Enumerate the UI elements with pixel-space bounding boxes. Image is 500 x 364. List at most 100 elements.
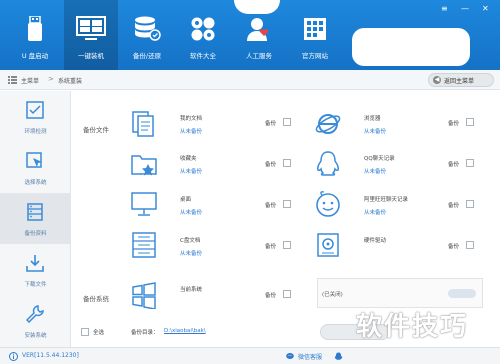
breadcrumb-home[interactable]: 主菜单 <box>21 76 39 85</box>
item-name: 我的文档 <box>180 116 203 122</box>
item-name: 硬件驱动 <box>364 238 387 244</box>
nav-usb-boot[interactable]: U 盘启动 <box>8 0 62 70</box>
item-name: 阿里旺旺聊天记录 <box>364 197 409 203</box>
item-status: 从未备份 <box>180 169 203 175</box>
sidebar-item-label: 下载文件 <box>24 282 47 288</box>
select-all-checkbox[interactable] <box>81 328 89 336</box>
backup-dir-link[interactable]: D:\xiaobai\bak\ <box>164 328 206 334</box>
favorites-folder-icon <box>131 155 157 176</box>
nav-label: 人工服务 <box>246 52 272 60</box>
wechat-service-link[interactable]: 微信客服 <box>298 352 322 361</box>
qq-icon[interactable] <box>334 352 343 361</box>
sidebar-item-backup-data[interactable]: 备份资料 <box>0 193 71 244</box>
nav-label: 官方网站 <box>302 52 328 60</box>
monitor-icon <box>64 16 118 42</box>
item-name: C盘文档 <box>180 238 201 244</box>
nav-label: 备份/还原 <box>132 52 162 60</box>
backup-dir-label: 备份目录： <box>131 330 159 336</box>
sidebar-item-select-system[interactable]: 选择系统 <box>0 142 71 193</box>
watermark: 软件技巧 <box>356 312 469 342</box>
backup-checkbox[interactable] <box>283 241 291 249</box>
backup-checkbox-label: 备份 <box>265 121 277 127</box>
item-name: 收藏夹 <box>180 156 197 162</box>
breadcrumb-current: 系统重装 <box>58 78 83 85</box>
backup-checkbox[interactable] <box>283 290 291 298</box>
top-navigation-bar: U 盘启动 一键装机 备份/还原 软件大全 人工服务 官方网站 ≡ — ✕ <box>0 0 500 70</box>
backup-status-panel: (已关闭) <box>317 278 483 308</box>
backup-checkbox[interactable] <box>283 118 291 126</box>
nav-official-site[interactable]: 官方网站 <box>288 0 342 70</box>
backup-checkbox[interactable] <box>283 159 291 167</box>
usb-drive-icon <box>8 16 62 42</box>
nav-human-service[interactable]: 人工服务 <box>232 0 286 70</box>
wechat-icon <box>286 353 294 359</box>
website-icon <box>288 16 342 42</box>
status-text: (已关闭) <box>322 292 343 298</box>
sidebar-item-install-system[interactable]: 安装系统 <box>0 295 71 346</box>
nav-label: U 盘启动 <box>21 52 49 60</box>
backup-checkbox-label: 备份 <box>448 244 460 250</box>
toggle-switch[interactable] <box>448 289 476 298</box>
status-bar: VER[11.5.44.1230] 微信客服 <box>0 347 500 364</box>
version-info-icon <box>9 352 18 361</box>
back-to-main-menu-button[interactable]: ◀ 返回主菜单 <box>428 73 494 87</box>
sidebar-item-label: 选择系统 <box>24 180 47 186</box>
backup-checkbox-label: 备份 <box>265 293 277 299</box>
apps-grid-icon <box>176 16 230 42</box>
backup-system-label: 备份系统 <box>83 295 109 303</box>
sidebar-item-label: 安装系统 <box>24 333 47 339</box>
item-status: 从未备份 <box>364 210 387 216</box>
sidebar-item-label: 备份资料 <box>24 231 47 237</box>
backup-checkbox[interactable] <box>466 241 474 249</box>
backup-checkbox[interactable] <box>466 159 474 167</box>
backup-checkbox-label: 备份 <box>448 203 460 209</box>
sidebar: 环境检测 选择系统 备份资料 下载文件 安装系统 <box>0 91 71 347</box>
sidebar-item-label: 环境检测 <box>24 129 47 135</box>
aliwangwang-icon <box>316 191 340 217</box>
sidebar-item-environment-check[interactable]: 环境检测 <box>0 91 71 142</box>
item-status: 从未备份 <box>180 251 203 257</box>
browser-icon <box>315 114 341 134</box>
nav-label: 一键装机 <box>78 52 104 60</box>
item-status: 从未备份 <box>364 129 387 135</box>
backup-checkbox[interactable] <box>283 200 291 208</box>
list-menu-icon <box>8 76 17 84</box>
backup-data-icon <box>27 203 43 221</box>
nav-label: 软件大全 <box>190 52 216 60</box>
sidebar-item-download[interactable]: 下载文件 <box>0 244 71 295</box>
database-icon <box>120 16 174 42</box>
back-arrow-icon: ◀ <box>433 76 441 84</box>
item-status: 从未备份 <box>364 169 387 175</box>
desktop-monitor-icon <box>131 192 157 216</box>
support-agent-icon <box>232 16 286 42</box>
cursor-select-icon <box>26 152 42 168</box>
drive-documents-icon <box>132 232 156 258</box>
backup-checkbox[interactable] <box>466 200 474 208</box>
backup-checkbox[interactable] <box>466 118 474 126</box>
nav-software[interactable]: 软件大全 <box>176 0 230 70</box>
backup-checkbox-label: 备份 <box>265 244 277 250</box>
wrench-icon <box>26 305 44 323</box>
item-name: 当前系统 <box>180 287 203 293</box>
back-button-label: 返回主菜单 <box>444 77 475 85</box>
backup-files-label: 备份文件 <box>83 126 109 134</box>
menu-icon[interactable]: ≡ <box>441 4 448 13</box>
environment-check-icon <box>26 101 44 119</box>
backup-checkbox-label: 备份 <box>265 203 277 209</box>
version-text: VER[11.5.44.1230] <box>22 352 79 359</box>
item-status: 从未备份 <box>180 210 203 216</box>
item-name: 浏览器 <box>364 116 381 122</box>
breadcrumb: 主菜单 > 系统重装 <box>0 70 500 90</box>
nav-backup-restore[interactable]: 备份/还原 <box>120 0 174 70</box>
documents-icon <box>132 111 154 137</box>
redaction-blob <box>352 28 470 66</box>
close-button[interactable]: ✕ <box>482 4 489 13</box>
nav-one-click-install[interactable]: 一键装机 <box>64 0 118 70</box>
qq-penguin-icon <box>317 151 339 176</box>
minimize-button[interactable]: — <box>461 4 469 13</box>
backup-checkbox-label: 备份 <box>448 121 460 127</box>
backup-checkbox-label: 备份 <box>265 162 277 168</box>
item-name: QQ聊天记录 <box>364 156 395 162</box>
backup-checkbox-label: 备份 <box>448 162 460 168</box>
windows-logo-icon <box>132 282 156 309</box>
